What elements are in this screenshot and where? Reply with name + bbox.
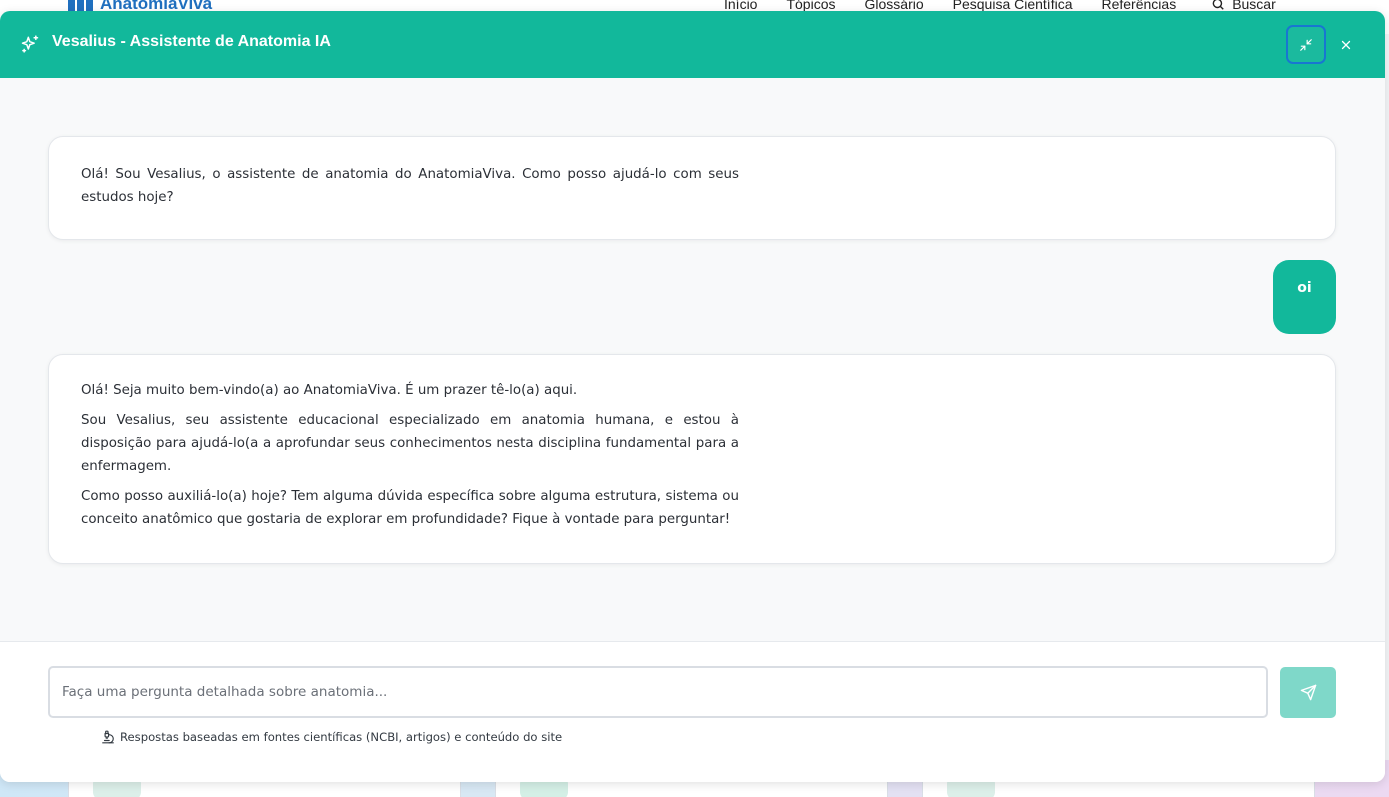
send-icon [1300, 684, 1316, 701]
disclaimer-text: Respostas baseadas em fontes científicas… [120, 730, 563, 744]
message-text: Olá! Sou Vesalius, o assistente de anato… [81, 163, 739, 209]
message-text: Olá! Seja muito bem-vindo(a) ao Anatomia… [81, 379, 739, 531]
logo-icon [68, 0, 93, 11]
send-button[interactable] [1280, 667, 1336, 718]
close-icon [1341, 40, 1351, 50]
chat-title: Vesalius - Assistente de Anatomia IA [52, 33, 331, 50]
message-paragraph: Como posso auxiliá-lo(a) hoje? Tem algum… [81, 489, 739, 527]
assistant-message: Olá! Sou Vesalius, o assistente de anato… [48, 136, 1336, 240]
chat-window: Vesalius - Assistente de Anatomia IA Olá… [0, 11, 1385, 782]
chat-header: Vesalius - Assistente de Anatomia IA [0, 11, 1385, 78]
message-list: Olá! Sou Vesalius, o assistente de anato… [0, 78, 1385, 641]
user-message: oi [1273, 260, 1336, 334]
disclaimer: Respostas baseadas em fontes científicas… [101, 730, 562, 744]
message-paragraph: Olá! Seja muito bem-vindo(a) ao Anatomia… [81, 383, 578, 398]
chat-input[interactable] [48, 666, 1268, 718]
search-icon [1212, 0, 1224, 10]
minimize-icon [1300, 38, 1312, 51]
close-button[interactable] [1334, 33, 1358, 57]
microscope-icon [102, 730, 114, 744]
message-text: oi [1297, 280, 1312, 296]
minimize-button[interactable] [1286, 25, 1326, 64]
message-paragraph: Olá! Sou Vesalius, o assistente de anato… [81, 167, 739, 205]
assistant-message: Olá! Seja muito bem-vindo(a) ao Anatomia… [48, 354, 1336, 564]
message-paragraph: Sou Vesalius, seu assistente educacional… [81, 413, 739, 474]
chat-input-area: Respostas baseadas em fontes científicas… [0, 641, 1385, 782]
sparkles-icon [21, 35, 39, 53]
